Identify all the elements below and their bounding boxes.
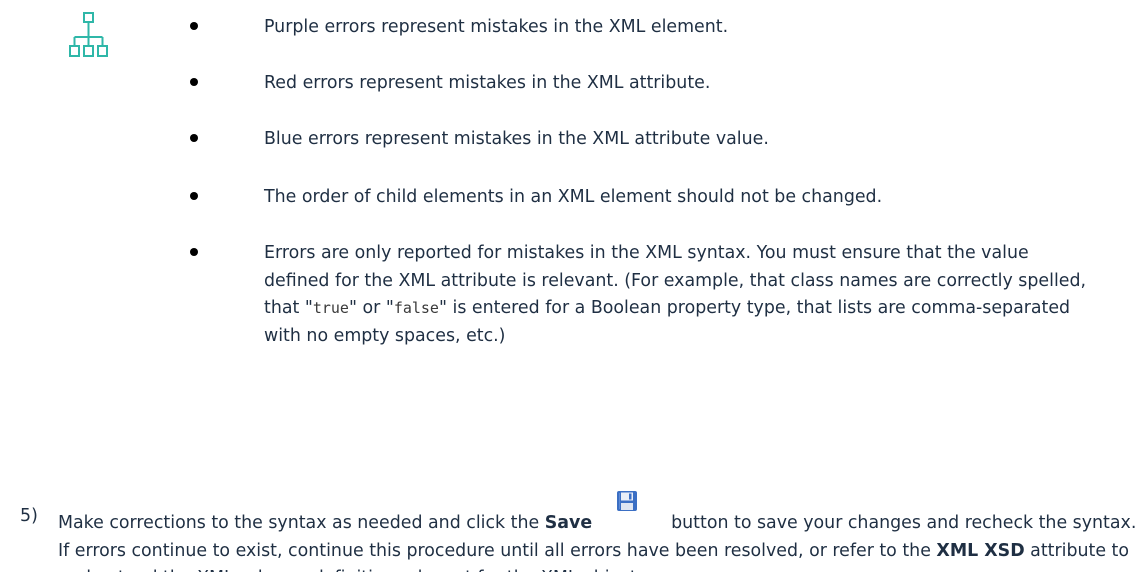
list-item: Red errors represent mistakes in the XML… <box>190 70 1094 98</box>
list-item-text: Red errors represent mistakes in the XML… <box>264 73 711 93</box>
bullet-dot <box>190 248 198 256</box>
save-label: Save <box>544 513 593 533</box>
list-item: The order of child elements in an XML el… <box>190 184 1094 212</box>
bullet-dot <box>190 192 198 200</box>
list-item: Errors are only reported for mistakes in… <box>190 240 1094 350</box>
list-item-text: Errors are only reported for mistakes in… <box>264 243 1087 346</box>
bullet-dot <box>190 22 198 30</box>
hierarchy-tree-icon <box>69 12 108 57</box>
bullet-dot <box>190 78 198 86</box>
code-true: true <box>312 299 349 317</box>
list-item-text: The order of child elements in an XML el… <box>264 187 883 207</box>
list-item: Blue errors represent mistakes in the XM… <box>190 126 1094 154</box>
list-item-text: Purple errors represent mistakes in the … <box>264 17 729 37</box>
list-item: Purple errors represent mistakes in the … <box>190 14 1094 42</box>
step-text: Make corrections to the syntax as needed… <box>58 491 1144 572</box>
bullet-dot <box>190 134 198 142</box>
floppy-disk-icon <box>617 491 638 511</box>
list-item-text: Blue errors represent mistakes in the XM… <box>264 129 769 149</box>
step-number: 5) <box>20 506 38 526</box>
xml-xsd-label: XML XSD <box>936 540 1025 561</box>
code-false: false <box>393 299 439 317</box>
